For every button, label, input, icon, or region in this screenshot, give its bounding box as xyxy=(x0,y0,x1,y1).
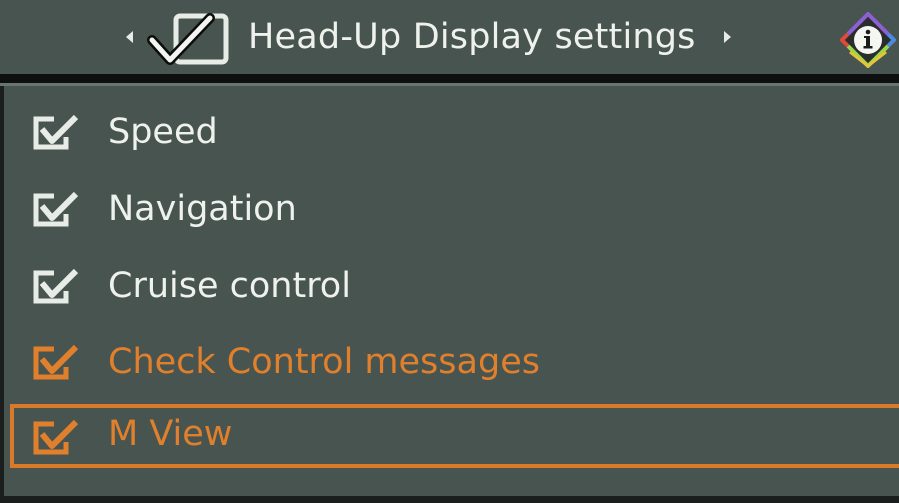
page-left-arrow-icon[interactable] xyxy=(126,31,133,43)
header-bar: Head-Up Display settings xyxy=(0,0,899,74)
info-diamond-icon[interactable] xyxy=(840,12,896,68)
page-title: Head-Up Display settings xyxy=(248,17,696,57)
menu-item-m-view[interactable]: M View xyxy=(10,404,899,468)
menu-item-label: Check Control messages xyxy=(108,342,540,382)
menu-item-cruise-control[interactable]: Cruise control xyxy=(0,254,899,318)
hud-check-icon xyxy=(147,13,229,65)
menu-item-navigation[interactable]: Navigation xyxy=(0,177,899,241)
menu-item-speed[interactable]: Speed xyxy=(0,100,899,164)
checkbox-checked-icon xyxy=(33,268,79,304)
menu-item-label: Speed xyxy=(108,112,218,152)
checkbox-checked-icon xyxy=(33,344,79,380)
hud-settings-screen: Head-Up Display settings Speed Navigatio… xyxy=(0,0,899,503)
menu-item-check-control-messages[interactable]: Check Control messages xyxy=(0,330,899,394)
page-right-arrow-icon[interactable] xyxy=(724,31,731,43)
checkbox-checked-icon xyxy=(33,191,79,227)
header-divider xyxy=(0,74,899,83)
checkbox-checked-icon xyxy=(33,114,79,150)
checkbox-checked-icon xyxy=(33,419,79,455)
menu-item-label: Cruise control xyxy=(108,266,351,306)
menu-item-label: M View xyxy=(108,414,233,454)
menu-item-label: Navigation xyxy=(108,189,297,229)
header-divider-highlight xyxy=(0,83,899,86)
bottom-edge xyxy=(0,496,899,503)
